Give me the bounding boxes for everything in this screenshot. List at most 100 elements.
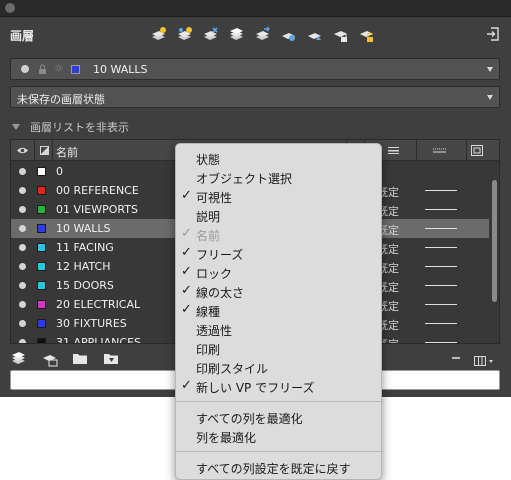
- menu-item-label: フリーズ: [196, 248, 244, 262]
- new-vp-freeze-column-icon[interactable]: [471, 145, 483, 156]
- layer-color-swatch[interactable]: [37, 300, 46, 309]
- column-settings-button[interactable]: [474, 352, 496, 366]
- hide-layer-list-toggle[interactable]: 画層リストを非表示: [12, 119, 129, 135]
- scrollbar-thumb[interactable]: [492, 180, 497, 302]
- menu-item-label: オブジェクト選択: [196, 172, 293, 186]
- menu-item[interactable]: ✓ フリーズ: [176, 244, 383, 263]
- menu-item[interactable]: ✓ 可視性: [176, 187, 383, 206]
- menu-item[interactable]: ✓ 線種: [176, 301, 383, 320]
- new-property-filter-icon[interactable]: [103, 350, 120, 367]
- linetype-sample[interactable]: [425, 209, 457, 210]
- menu-item[interactable]: 説明: [176, 206, 383, 225]
- menu-item[interactable]: 列を最適化: [176, 427, 383, 446]
- match-layer-icon[interactable]: [254, 26, 271, 43]
- eye-icon[interactable]: [16, 146, 29, 155]
- visibility-toggle[interactable]: [19, 301, 26, 308]
- layer-color-swatch[interactable]: [37, 186, 46, 195]
- menu-item-label: 印刷: [196, 343, 221, 357]
- layer-color-swatch[interactable]: [37, 262, 46, 271]
- layer-state-label: 未保存の画層状態: [17, 93, 105, 106]
- menu-item[interactable]: ✓ 線の太さ: [176, 282, 383, 301]
- linetype-sample[interactable]: [425, 266, 457, 267]
- layer-name: 00 REFERENCE: [56, 184, 139, 197]
- linetype-column-icon[interactable]: [433, 148, 446, 153]
- layer-color-swatch[interactable]: [37, 205, 46, 214]
- linetype-sample[interactable]: [425, 285, 457, 286]
- menu-item[interactable]: ✓ ロック: [176, 263, 383, 282]
- lineweight-column-icon[interactable]: [388, 147, 399, 154]
- unlock-layer-icon[interactable]: [358, 26, 375, 43]
- layer-color-swatch[interactable]: [37, 281, 46, 290]
- linetype-sample[interactable]: [425, 304, 457, 305]
- visibility-toggle[interactable]: [19, 168, 26, 175]
- visibility-toggle[interactable]: [19, 206, 26, 213]
- layer-list-scrollbar[interactable]: [490, 162, 499, 343]
- linetype-sample[interactable]: [425, 190, 457, 191]
- delete-layer-icon[interactable]: [202, 26, 219, 43]
- lock-icon: [39, 64, 46, 74]
- menu-item[interactable]: 状態: [176, 149, 383, 168]
- menu-item[interactable]: 透過性: [176, 320, 383, 339]
- isolate-layer-icon[interactable]: [306, 26, 323, 43]
- layer-name: 12 HATCH: [56, 260, 111, 273]
- remove-filter-button[interactable]: [452, 357, 460, 359]
- menu-item[interactable]: オブジェクト選択: [176, 168, 383, 187]
- layer-color-swatch[interactable]: [37, 338, 46, 343]
- layer-name: 0: [56, 165, 63, 178]
- menu-item-label: 線種: [196, 305, 221, 319]
- menu-item-label: 列を最適化: [196, 431, 257, 445]
- layer-name: 30 FIXTURES: [56, 317, 127, 330]
- panel-title: 画層: [10, 29, 35, 43]
- current-layer-dropdown[interactable]: ☼ 10 WALLS: [10, 58, 500, 80]
- menu-item-label: 線の太さ: [196, 286, 245, 300]
- linetype-sample[interactable]: [425, 323, 457, 324]
- previous-layer-icon[interactable]: [280, 26, 297, 43]
- layer-color-swatch[interactable]: [37, 243, 46, 252]
- linetype-sample[interactable]: [425, 247, 457, 248]
- layer-settings-icon[interactable]: [41, 350, 58, 367]
- layer-name: 20 ELECTRICAL: [56, 298, 141, 311]
- name-column-header[interactable]: 名前: [56, 144, 78, 160]
- layer-color-swatch: [71, 65, 80, 74]
- visibility-toggle[interactable]: [19, 320, 26, 327]
- layer-color-swatch[interactable]: [37, 319, 46, 328]
- checkmark-icon: ✓: [181, 245, 192, 260]
- new-layer-vp-frozen-icon[interactable]: [176, 26, 193, 43]
- layer-color-swatch[interactable]: [37, 167, 46, 176]
- layer-name: 11 FACING: [56, 241, 114, 254]
- layer-states-icon[interactable]: [10, 350, 27, 367]
- menu-item-label: すべての列設定を既定に戻す: [196, 462, 351, 476]
- menu-item-label: ロック: [196, 267, 233, 281]
- layer-state-dropdown[interactable]: 未保存の画層状態: [10, 86, 500, 108]
- visibility-toggle[interactable]: [19, 263, 26, 270]
- layer-color-swatch[interactable]: [37, 224, 46, 233]
- menu-item-label: 透過性: [196, 324, 233, 338]
- visibility-toggle[interactable]: [19, 187, 26, 194]
- new-group-filter-icon[interactable]: [72, 350, 89, 367]
- visibility-toggle[interactable]: [19, 282, 26, 289]
- new-layer-icon[interactable]: [150, 26, 167, 43]
- color-column-icon[interactable]: [40, 146, 49, 155]
- visibility-icon: [21, 65, 29, 73]
- visibility-toggle[interactable]: [19, 244, 26, 251]
- menu-item[interactable]: すべての列設定を既定に戻す: [176, 458, 383, 477]
- disclosure-triangle-icon: [12, 124, 20, 130]
- linetype-sample[interactable]: [425, 342, 457, 343]
- menu-item-label: 可視性: [196, 191, 233, 205]
- menu-item[interactable]: 印刷: [176, 339, 383, 358]
- lock-layer-icon[interactable]: [332, 26, 349, 43]
- set-current-icon[interactable]: [228, 26, 245, 43]
- menu-item[interactable]: ✓ 新しい VP でフリーズ: [176, 377, 383, 396]
- checkmark-icon: ✓: [181, 302, 192, 317]
- exit-icon[interactable]: [486, 26, 500, 42]
- menu-item[interactable]: すべての列を最適化: [176, 408, 383, 427]
- visibility-toggle[interactable]: [19, 225, 26, 232]
- bottom-toolbar: [10, 350, 120, 370]
- linetype-sample[interactable]: [425, 228, 457, 229]
- window-close-button[interactable]: [5, 3, 15, 13]
- menu-item-label: 新しい VP でフリーズ: [196, 381, 315, 395]
- visibility-toggle[interactable]: [19, 339, 26, 343]
- menu-item-label: 名前: [196, 229, 221, 243]
- window-titlebar: [0, 0, 511, 17]
- menu-item[interactable]: 印刷スタイル: [176, 358, 383, 377]
